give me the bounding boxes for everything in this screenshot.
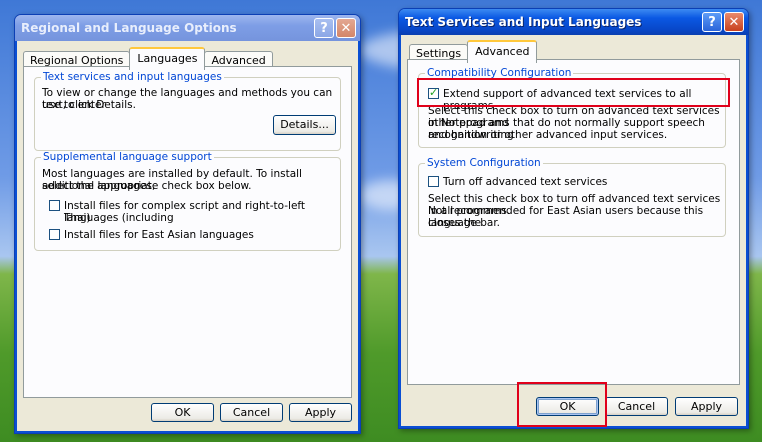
description-text: text, click Details. (42, 99, 136, 111)
right-titlebar[interactable]: Text Services and Input Languages ? ✕ (399, 9, 748, 35)
group-title: Text services and input languages (41, 71, 224, 83)
tab-advanced[interactable]: Advanced (467, 40, 538, 63)
tab-panel: Text services and input languages To vie… (23, 66, 352, 398)
tab-languages[interactable]: Languages (129, 47, 206, 70)
tab-panel: Compatibility Configuration Extend suppo… (407, 59, 740, 385)
east-asian-checkbox[interactable] (49, 229, 60, 240)
ok-label: OK (174, 406, 191, 419)
system-configuration-group: System Configuration Turn off advanced t… (418, 157, 726, 237)
highlight-extend-support (417, 78, 730, 107)
ok-button[interactable]: OK (151, 403, 214, 422)
cancel-button[interactable]: Cancel (220, 403, 283, 422)
checkbox-label[interactable]: Install files for complex script and rig… (64, 200, 340, 224)
apply-button[interactable]: Apply (289, 403, 352, 422)
text-services-group: Text services and input languages To vie… (34, 71, 341, 151)
highlight-ok-button (517, 382, 607, 427)
window-title: Text Services and Input Languages (405, 15, 642, 29)
description-text: recognition or other advanced input serv… (428, 129, 668, 141)
description-text: language bar. (428, 217, 501, 229)
apply-label: Apply (304, 406, 337, 419)
supplemental-language-group: Supplemental language support Most langu… (34, 151, 341, 251)
cancel-button[interactable]: Cancel (605, 397, 668, 416)
group-title: System Configuration (425, 157, 543, 169)
regional-language-options-window: Regional and Language Options ? ✕ Region… (14, 14, 361, 434)
details-label: Details... (280, 118, 329, 131)
help-button[interactable]: ? (702, 12, 722, 32)
details-button[interactable]: Details... (273, 115, 336, 135)
checkbox-label[interactable]: Turn off advanced text services (443, 176, 607, 188)
turn-off-services-checkbox[interactable] (428, 176, 439, 187)
close-button[interactable]: ✕ (724, 12, 744, 32)
cancel-label: Cancel (617, 400, 656, 413)
cancel-label: Cancel (232, 406, 271, 419)
text-services-window: Text Services and Input Languages ? ✕ Se… (398, 8, 749, 429)
apply-button[interactable]: Apply (675, 397, 738, 416)
help-button[interactable]: ? (314, 18, 334, 38)
description-text: select the appropriate check box below. (42, 180, 252, 192)
complex-script-checkbox[interactable] (49, 200, 60, 211)
apply-label: Apply (690, 400, 723, 413)
close-button[interactable]: ✕ (336, 18, 356, 38)
checkbox-label[interactable]: Thai) (64, 212, 91, 224)
group-title: Supplemental language support (41, 151, 214, 163)
window-title: Regional and Language Options (21, 21, 237, 35)
left-titlebar[interactable]: Regional and Language Options ? ✕ (15, 15, 360, 41)
checkbox-label[interactable]: Install files for East Asian languages (64, 229, 254, 241)
